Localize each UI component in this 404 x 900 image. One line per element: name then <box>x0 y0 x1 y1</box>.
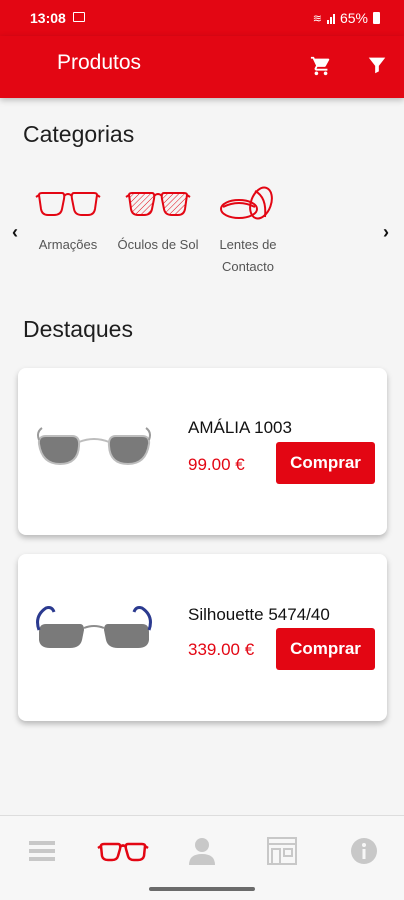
frames-icon <box>35 192 101 216</box>
product-price: 339.00 € <box>188 640 255 659</box>
buy-button[interactable]: Comprar <box>276 442 375 484</box>
contact-lenses-icon <box>220 186 273 220</box>
product-name: AMÁLIA 1003 <box>188 418 292 437</box>
filter-icon[interactable] <box>366 54 388 76</box>
category-frames[interactable]: Armações <box>23 185 113 256</box>
product-image <box>37 427 151 466</box>
glasses-icon <box>97 842 149 862</box>
nav-menu[interactable] <box>22 834 62 868</box>
gallery-icon <box>73 12 85 22</box>
product-card[interactable]: Silhouette 5474/40 339.00 € Comprar <box>18 554 387 721</box>
categories-title: Categorias <box>23 121 135 147</box>
signal-icon <box>326 13 335 24</box>
categories-next-arrow[interactable]: › <box>383 222 389 243</box>
product-image <box>36 606 152 648</box>
battery-percent: 65% <box>339 10 368 26</box>
nav-info[interactable] <box>344 834 384 868</box>
product-name: Silhouette 5474/40 <box>188 605 330 624</box>
product-card[interactable]: AMÁLIA 1003 99.00 € Comprar <box>18 368 387 535</box>
sunglasses-icon <box>125 192 191 216</box>
nav-profile[interactable] <box>182 834 222 868</box>
buy-button[interactable]: Comprar <box>276 628 375 670</box>
nav-store[interactable] <box>262 834 302 868</box>
cart-icon[interactable] <box>310 55 332 77</box>
nav-glasses[interactable] <box>96 834 150 868</box>
category-label: Armações <box>38 237 98 252</box>
menu-icon <box>29 841 55 861</box>
page-title: Produtos <box>57 51 142 74</box>
info-icon <box>351 838 377 864</box>
product-price: 99.00 € <box>188 455 245 474</box>
categories-prev-arrow[interactable]: ‹ <box>12 222 18 243</box>
store-icon <box>267 837 297 865</box>
battery-icon <box>373 12 380 24</box>
category-label: Lentes de Contacto <box>219 237 277 274</box>
category-label: Óculos de Sol <box>117 237 199 252</box>
wifi-icon: ≋ <box>312 12 322 25</box>
status-bar: 13:08 ≋ 65% <box>0 0 404 36</box>
app-bar: Produtos <box>0 36 404 98</box>
highlights-title: Destaques <box>23 316 133 342</box>
user-icon <box>189 838 215 865</box>
category-contact-lenses[interactable]: Lentes de Contacto <box>203 185 293 278</box>
status-time: 13:08 <box>30 10 66 26</box>
category-sunglasses[interactable]: Óculos de Sol <box>113 185 203 256</box>
home-indicator[interactable] <box>149 887 255 891</box>
